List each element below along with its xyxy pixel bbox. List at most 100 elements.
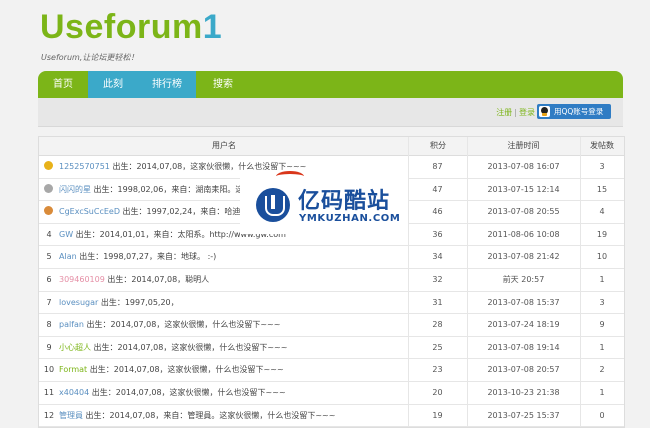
user-bar: 注册 | 登录 用QQ账号登录 xyxy=(38,98,623,127)
col-points[interactable]: 积分 xyxy=(409,137,467,155)
nav-search[interactable]: 搜索 xyxy=(196,71,250,98)
qq-login-label: 用QQ账号登录 xyxy=(554,107,604,116)
table-row: 9 小心超人 出生：2014,07,08，这家伙很懒，什么也没留下~~~ 25 201… xyxy=(39,337,624,360)
username-link[interactable]: 管理員 xyxy=(59,411,83,420)
username-link[interactable]: GW xyxy=(59,230,73,239)
rank-number: 9 xyxy=(46,342,52,352)
register-date-cell: 2013-07-08 16:07 xyxy=(487,162,560,171)
column-divider xyxy=(408,137,409,428)
col-username[interactable]: 用户名 xyxy=(39,137,409,155)
posts-cell: 19 xyxy=(596,229,608,239)
column-divider xyxy=(467,137,468,428)
username-cell: 1252570751 出生：2014,07,08，这家伙很懒，什么也没留下~~~ xyxy=(39,156,409,178)
nav-home[interactable]: 首页 xyxy=(38,71,88,98)
main-nav: 首页 此刻 排行榜 搜索 xyxy=(38,71,623,98)
rank-number: 6 xyxy=(46,274,52,284)
rank-number: 12 xyxy=(43,410,55,420)
username-link[interactable]: x40404 xyxy=(59,388,89,397)
points-cell: 87 xyxy=(432,162,443,171)
auth-links: 注册 | 登录 xyxy=(496,107,535,118)
points-cell: 32 xyxy=(432,274,443,284)
register-date-cell: 2013-07-08 15:37 xyxy=(487,297,560,307)
register-date-cell: 2013-07-25 15:37 xyxy=(487,410,560,420)
posts-cell: 1 xyxy=(599,342,605,352)
username-link[interactable]: 闪闪的星 xyxy=(59,185,91,194)
site-slogan: Useforum,让论坛更轻松！ xyxy=(41,53,139,62)
watermark-overlay: 亿码酷站 YMKUZHAN.COM xyxy=(240,176,408,234)
user-bio: 出生：1998,07,27，来自：地球。 :-) xyxy=(79,252,217,262)
watermark-logo-icon xyxy=(256,188,290,222)
username-cell: 12 管理員 出生：2014,07,08，来自：管理員。这家伙很懒，什么也没留下~… xyxy=(39,405,409,427)
points-cell: 23 xyxy=(432,365,443,375)
login-link[interactable]: 登录 xyxy=(519,108,535,117)
username-cell: 11 x40404 出生：2014,07,08，这家伙很懒，什么也没留下~~~ xyxy=(39,382,409,404)
register-link[interactable]: 注册 xyxy=(496,108,512,117)
rank-number: 11 xyxy=(43,387,55,397)
posts-cell: 3 xyxy=(599,297,605,307)
register-date-cell: 2013-07-24 18:19 xyxy=(487,320,560,330)
points-cell: 46 xyxy=(432,207,443,217)
points-cell: 34 xyxy=(432,252,443,262)
points-cell: 36 xyxy=(432,229,443,239)
user-bio: 出生：2014,07,08，聪明人 xyxy=(107,274,210,284)
username-cell: 7 lovesugar 出生：1997,05,20， xyxy=(39,292,409,314)
rank-number: 10 xyxy=(43,365,55,375)
username-cell: 5 Alan 出生：1998,07,27，来自：地球。 :-) xyxy=(39,246,409,268)
table-header: 用户名 积分 注册时间 发帖数 xyxy=(39,137,624,156)
posts-cell: 2 xyxy=(599,365,605,375)
points-cell: 19 xyxy=(432,410,443,420)
points-cell: 25 xyxy=(432,342,443,352)
qq-login-button[interactable]: 用QQ账号登录 xyxy=(537,104,611,119)
posts-cell: 4 xyxy=(599,207,605,217)
user-bio: 出生：2014,07,08，这家伙很懒，什么也没留下~~~ xyxy=(86,320,281,330)
register-date-cell: 2013-07-08 19:14 xyxy=(487,342,560,352)
username-link[interactable]: 1252570751 xyxy=(59,162,110,171)
table-row: 12 管理員 出生：2014,07,08，来自：管理員。这家伙很懒，什么也没留下~… xyxy=(39,405,624,428)
username-cell: 10 Format 出生：2014,07,08，这家伙很懒，什么也没留下~~~ xyxy=(39,359,409,381)
table-row: 11 x40404 出生：2014,07,08，这家伙很懒，什么也没留下~~~ 20… xyxy=(39,382,624,405)
points-cell: 28 xyxy=(432,320,443,330)
username-link[interactable]: Alan xyxy=(59,252,77,261)
points-cell: 20 xyxy=(432,387,443,397)
nav-now[interactable]: 此刻 xyxy=(88,71,138,98)
table-row: 5 Alan 出生：1998,07,27，来自：地球。 :-) 34 2013-07-… xyxy=(39,246,624,269)
register-date-cell: 前天 20:57 xyxy=(502,274,545,284)
rank-number: 4 xyxy=(46,229,52,239)
user-bio: 出生：2014,07,08，这家伙很懒，什么也没留下~~~ xyxy=(89,365,284,375)
qq-penguin-icon xyxy=(539,106,550,117)
rank-number: 5 xyxy=(46,252,52,262)
username-link[interactable]: Format xyxy=(59,365,87,374)
points-cell: 31 xyxy=(432,297,443,307)
rank-medal-icon xyxy=(44,183,53,193)
user-bio: 出生：2014,07,08，这家伙很懒，什么也没留下~~~ xyxy=(93,342,288,352)
col-register-date[interactable]: 注册时间 xyxy=(467,137,580,155)
username-link[interactable]: 小心超人 xyxy=(59,343,91,352)
user-bio: 出生：2014,07,08，这家伙很懒，什么也没留下~~~ xyxy=(91,387,286,397)
posts-cell: 9 xyxy=(599,320,605,330)
rank-number: 8 xyxy=(46,320,52,330)
register-date-cell: 2013-07-08 20:57 xyxy=(487,365,560,375)
username-cell: 9 小心超人 出生：2014,07,08，这家伙很懒，什么也没留下~~~ xyxy=(39,337,409,359)
posts-cell: 3 xyxy=(599,162,605,171)
table-row: 10 Format 出生：2014,07,08，这家伙很懒，什么也没留下~~~ 23… xyxy=(39,359,624,382)
rank-medal-icon xyxy=(44,161,53,170)
watermark-brand: 亿码酷站 xyxy=(298,189,391,214)
user-bio: 出生：2014,07,08，来自：管理員。这家伙很懒，什么也没留下~~~ xyxy=(85,410,336,420)
nav-ranking[interactable]: 排行榜 xyxy=(138,71,196,98)
user-bio: 出生：1998,02,06，来自：湖南耒阳。这家伙 xyxy=(93,184,260,194)
col-posts[interactable]: 发帖数 xyxy=(580,137,624,155)
posts-cell: 0 xyxy=(599,410,605,420)
username-link[interactable]: lovesugar xyxy=(59,298,98,307)
site-logo[interactable]: Useforum1 xyxy=(40,8,222,47)
user-bio: 出生：1997,05,20， xyxy=(100,297,179,307)
rank-number: 7 xyxy=(46,297,52,307)
table-row: 6 309460109 出生：2014,07,08，聪明人 32 前天 20:57 1 xyxy=(39,269,624,292)
user-bio: 出生：2014,07,08，这家伙很懒，什么也没留下~~~ xyxy=(112,162,307,171)
points-cell: 47 xyxy=(432,184,443,194)
username-link[interactable]: 309460109 xyxy=(59,275,105,284)
username-cell: 6 309460109 出生：2014,07,08，聪明人 xyxy=(39,269,409,291)
table-row: 8 palfan 出生：2014,07,08，这家伙很懒，什么也没留下~~~ 28 2… xyxy=(39,314,624,337)
username-link[interactable]: palfan xyxy=(59,320,84,329)
watermark-domain: YMKUZHAN.COM xyxy=(299,213,401,224)
username-link[interactable]: CgExcSuCcEeD xyxy=(59,207,120,216)
